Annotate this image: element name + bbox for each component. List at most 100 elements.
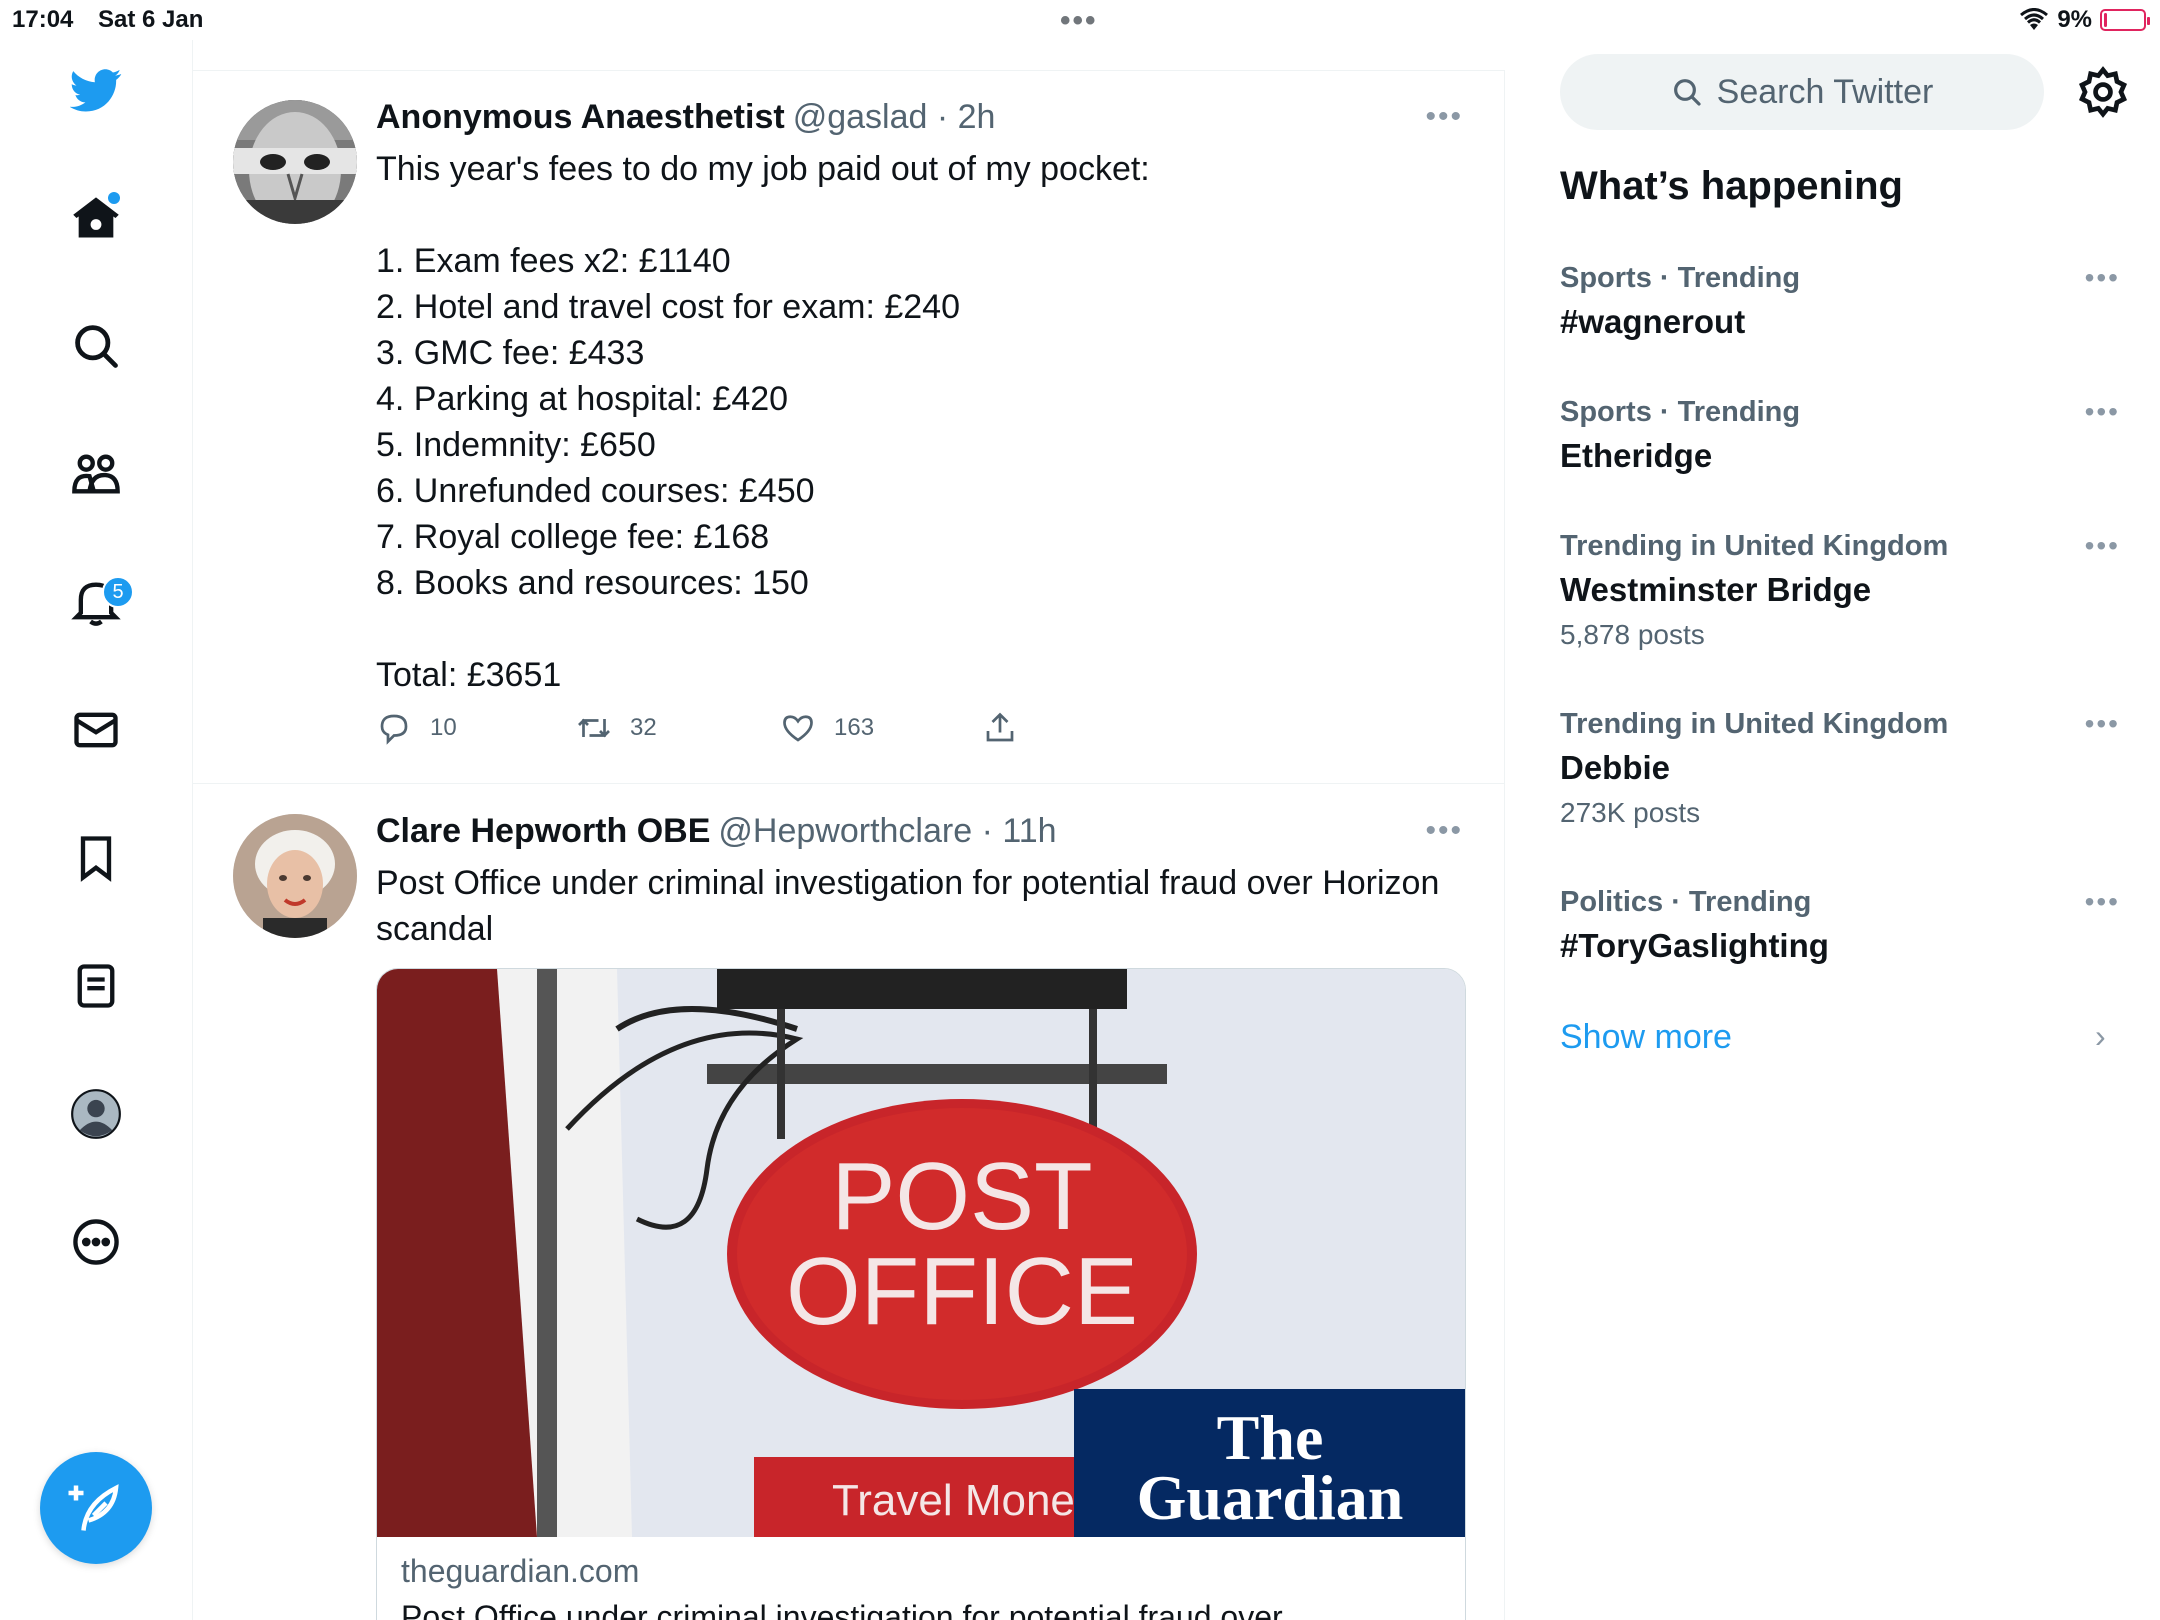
feather-plus-icon (68, 1484, 119, 1531)
tweet-more-icon[interactable]: ••• (1425, 814, 1463, 848)
tweet-time[interactable]: · 11h (982, 812, 1057, 850)
reply-button[interactable]: 10 (376, 710, 576, 746)
tweet-line: 1. Exam fees x2: £1140 (376, 242, 731, 280)
trend-name: Etheridge (1560, 437, 1713, 474)
trend-more-icon[interactable]: ••• (2085, 530, 2120, 562)
timeline-top-divider (193, 70, 1505, 71)
notification-count-badge: 5 (102, 576, 134, 608)
like-button[interactable]: 163 (780, 710, 982, 746)
tweet-more-icon[interactable]: ••• (1425, 100, 1463, 134)
tweet[interactable]: Clare Hepworth OBE @Hepworthclare · 11h •… (193, 784, 1505, 1620)
share-button[interactable] (982, 710, 1018, 746)
tweet-actions: 10 32 163 (376, 710, 1018, 746)
status-time: 17:04 (12, 6, 74, 33)
trend-name: Debbie (1560, 749, 1671, 786)
left-navigation: 5 (0, 40, 193, 1620)
trend-item[interactable]: Trending in United Kingdom Debbie 273K p… (1560, 708, 2120, 829)
author-handle[interactable]: @gaslad (793, 98, 928, 136)
link-card-domain: theguardian.com (401, 1553, 640, 1589)
tweet-line: 4. Parking at hospital: £420 (376, 380, 789, 418)
tweet-text: Post Office under criminal investigation… (376, 864, 1440, 948)
tweet-line: 7. Royal college fee: £168 (376, 518, 770, 556)
trend-item[interactable]: Sports · Trending #wagnerout ••• (1560, 262, 2120, 341)
trend-meta: Sports · Trending (1560, 262, 1801, 294)
sign-text-office: OFFICE (786, 1238, 1138, 1345)
battery-icon (2100, 9, 2150, 31)
nav-messages[interactable] (56, 690, 136, 770)
author-name[interactable]: Anonymous Anaesthetist (376, 98, 785, 136)
trend-meta: Trending in United Kingdom (1560, 530, 1949, 562)
whats-happening-heading: What’s happening (1560, 164, 1903, 208)
tweet-avatar[interactable] (233, 100, 357, 224)
show-more-link[interactable]: Show more (1560, 1018, 1732, 1057)
trend-post-count: 5,878 posts (1560, 619, 1705, 650)
trend-post-count: 273K posts (1560, 797, 1701, 828)
trend-more-icon[interactable]: ••• (2085, 396, 2120, 428)
tweet-header: Clare Hepworth OBE @Hepworthclare · 11h (376, 812, 1057, 851)
trend-item[interactable]: Trending in United Kingdom Westminster B… (1560, 530, 2120, 651)
retweet-count: 32 (630, 714, 657, 741)
nav-profile[interactable] (56, 1074, 136, 1154)
trend-more-icon[interactable]: ••• (2085, 886, 2120, 918)
sign-text-travel-money: Travel Money (832, 1476, 1097, 1525)
tweet-line: Total: £3651 (376, 656, 562, 694)
author-handle[interactable]: @Hepworthclare (718, 812, 972, 850)
nav-more[interactable] (56, 1202, 136, 1282)
new-content-dot (108, 192, 120, 204)
gear-icon[interactable] (2075, 64, 2131, 120)
tweet-avatar[interactable] (233, 814, 357, 938)
compose-tweet-button[interactable] (40, 1452, 152, 1564)
nav-communities[interactable] (56, 434, 136, 514)
more-circle-icon (73, 1219, 119, 1265)
timeline: Anonymous Anaesthetist @gaslad · 2h ••• T… (193, 70, 1505, 1620)
search-icon (75, 325, 118, 368)
tweet-line: This year's fees to do my job paid out o… (376, 150, 1150, 188)
trend-more-icon[interactable]: ••• (2085, 262, 2120, 294)
trend-item[interactable]: Sports · Trending Etheridge ••• (1560, 396, 2120, 475)
trend-item[interactable]: Politics · Trending #ToryGaslighting ••• (1560, 886, 2120, 965)
trend-more-icon[interactable]: ••• (2085, 708, 2120, 740)
tweet-line: 3. GMC fee: £433 (376, 334, 645, 372)
tweet-time[interactable]: · 2h (937, 98, 996, 136)
nav-home[interactable] (56, 178, 136, 258)
bookmark-icon (80, 836, 112, 882)
wifi-icon (2020, 8, 2049, 30)
share-icon (986, 712, 1014, 742)
author-name[interactable]: Clare Hepworth OBE (376, 812, 710, 850)
multitasking-dots-icon[interactable]: ••• (1060, 4, 1098, 38)
trend-name: Westminster Bridge (1560, 571, 1872, 608)
search-placeholder: Search Twitter (1716, 72, 1934, 111)
trend-meta: Trending in United Kingdom (1560, 708, 1949, 740)
nav-explore[interactable] (56, 306, 136, 386)
retweet-button[interactable]: 32 (576, 710, 780, 746)
nav-notifications[interactable]: 5 (56, 562, 136, 642)
search-input[interactable]: Search Twitter (1560, 54, 2044, 130)
search-icon (1673, 79, 1701, 106)
tweet[interactable]: Anonymous Anaesthetist @gaslad · 2h ••• T… (193, 70, 1505, 784)
link-card[interactable]: POST OFFICE Travel Money The Guardian th… (376, 968, 1466, 1620)
status-indicators: 9% (2019, 6, 2150, 34)
tweet-line: 8. Books and resources: 150 (376, 564, 809, 602)
tweet-line: 2. Hotel and travel cost for exam: £240 (376, 288, 960, 326)
status-bar: 17:04 Sat 6 Jan ••• 9% (0, 0, 2160, 40)
avatar-icon (71, 1089, 121, 1139)
tweet-line: 6. Unrefunded courses: £450 (376, 472, 815, 510)
nav-bookmarks[interactable] (56, 818, 136, 898)
trend-name: #ToryGaslighting (1560, 927, 1829, 964)
like-count: 163 (834, 714, 875, 741)
link-card-image: POST OFFICE Travel Money The Guardian (377, 969, 1465, 1537)
list-icon (77, 964, 115, 1008)
people-icon (72, 454, 120, 494)
chevron-right-icon[interactable]: › (2095, 1018, 2106, 1055)
tweet-line: 5. Indemnity: £650 (376, 426, 656, 464)
nav-lists[interactable] (56, 946, 136, 1026)
twitter-logo-icon[interactable] (56, 50, 136, 130)
right-sidebar: Search Twitter What’s happening Sports ·… (1505, 40, 2160, 1620)
heart-icon (783, 715, 813, 742)
retweet-icon (578, 718, 610, 738)
envelope-icon (74, 712, 118, 748)
reply-count: 10 (430, 714, 457, 741)
tweet-text: This year's fees to do my job paid out o… (376, 146, 1476, 698)
tweet-header: Anonymous Anaesthetist @gaslad · 2h (376, 98, 995, 137)
status-date: Sat 6 Jan (98, 6, 204, 33)
